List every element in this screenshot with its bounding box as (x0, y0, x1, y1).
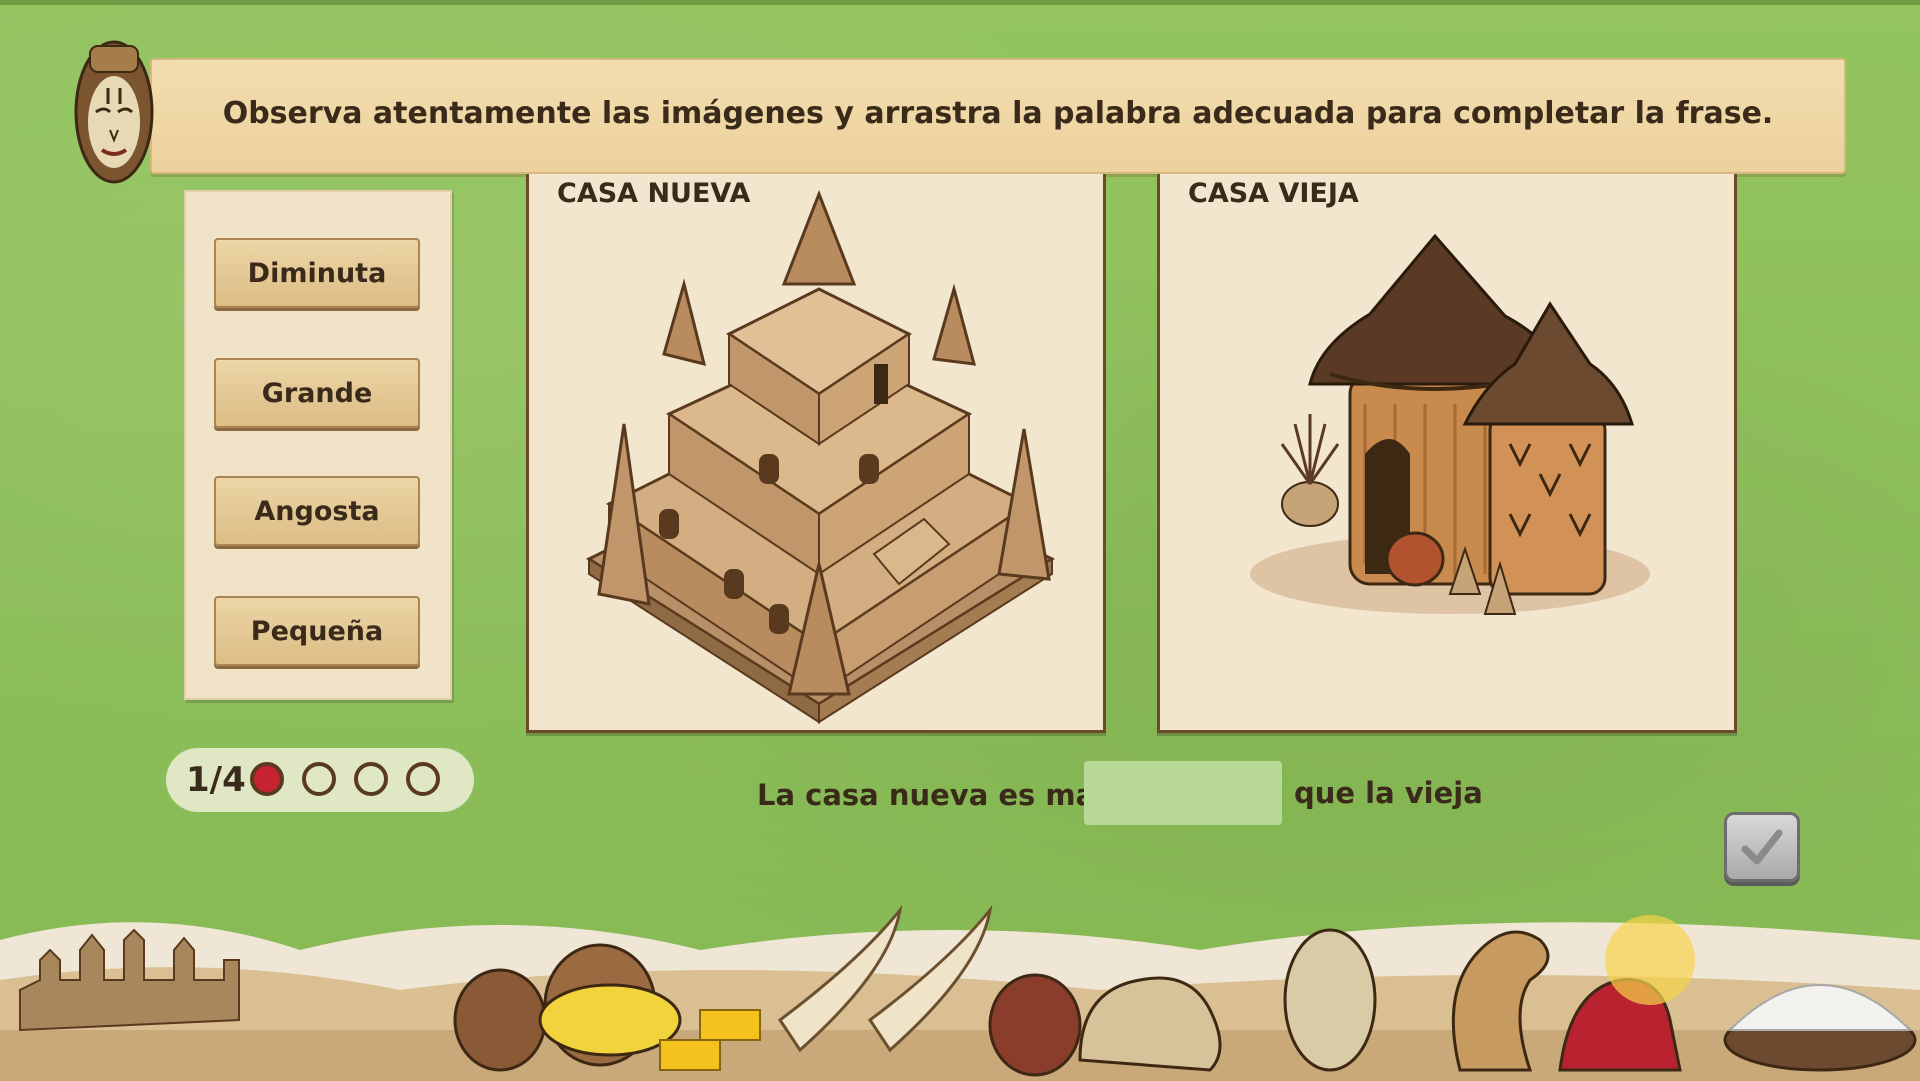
top-border (0, 0, 1920, 5)
temple-illustration (585, 189, 1056, 724)
huts-illustration (1250, 233, 1650, 615)
word-option-pequena[interactable]: Pequeña (214, 596, 420, 666)
sentence-before: La casa nueva es mas (757, 778, 1113, 812)
checkmark-icon (1741, 829, 1783, 865)
check-button[interactable] (1724, 812, 1800, 882)
progress-dot-3 (354, 762, 388, 796)
word-option-grande[interactable]: Grande (214, 358, 420, 428)
progress-label: 1/4 (186, 760, 246, 800)
word-options-panel: Diminuta Grande Angosta Pequeña (184, 190, 452, 700)
instruction-banner: Observa atentamente las imágenes y arras… (150, 58, 1846, 174)
instruction-text: Observa atentamente las imágenes y arras… (222, 96, 1774, 131)
word-option-angosta[interactable]: Angosta (214, 476, 420, 546)
sentence-after: que la vieja (1294, 776, 1483, 810)
tribal-mask-icon (74, 40, 154, 184)
progress-dot-1 (250, 762, 284, 796)
card-casa-vieja: CASA VIEJA (1157, 174, 1737, 733)
card-casa-nueva: CASA NUEVA (526, 174, 1106, 733)
progress-dot-4 (406, 762, 440, 796)
african-market-decoration (0, 904, 1920, 1081)
answer-drop-zone[interactable] (1084, 761, 1282, 825)
progress-indicator: 1/4 (166, 748, 474, 812)
word-option-diminuta[interactable]: Diminuta (214, 238, 420, 308)
progress-dot-2 (302, 762, 336, 796)
